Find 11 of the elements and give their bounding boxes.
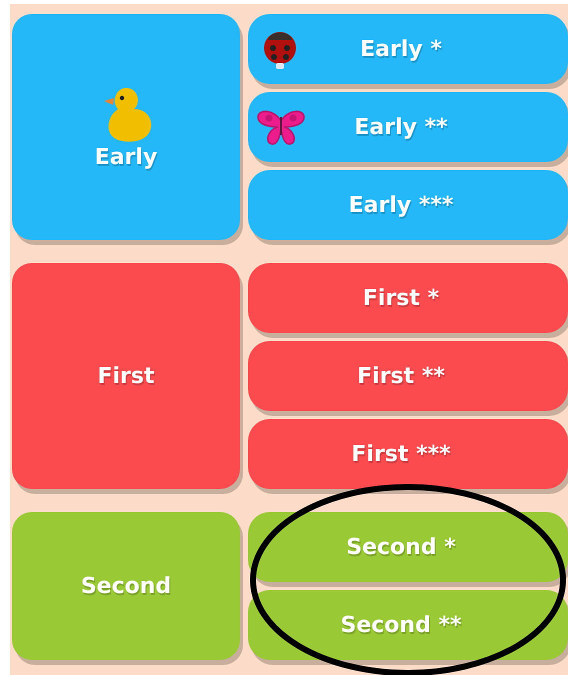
option-button[interactable]: First * <box>248 263 568 333</box>
level-button[interactable]: Early <box>12 14 240 240</box>
option-button[interactable]: First *** <box>248 419 568 489</box>
level-button[interactable]: Second <box>12 512 240 660</box>
option-button[interactable]: Early ** <box>248 92 568 162</box>
option-button[interactable]: Early * <box>248 14 568 84</box>
option-button[interactable]: Second * <box>248 512 568 582</box>
option-button[interactable]: First ** <box>248 341 568 411</box>
option-button[interactable]: Early *** <box>248 170 568 240</box>
option-button[interactable]: Second ** <box>248 590 568 660</box>
level-button[interactable]: First <box>12 263 240 489</box>
